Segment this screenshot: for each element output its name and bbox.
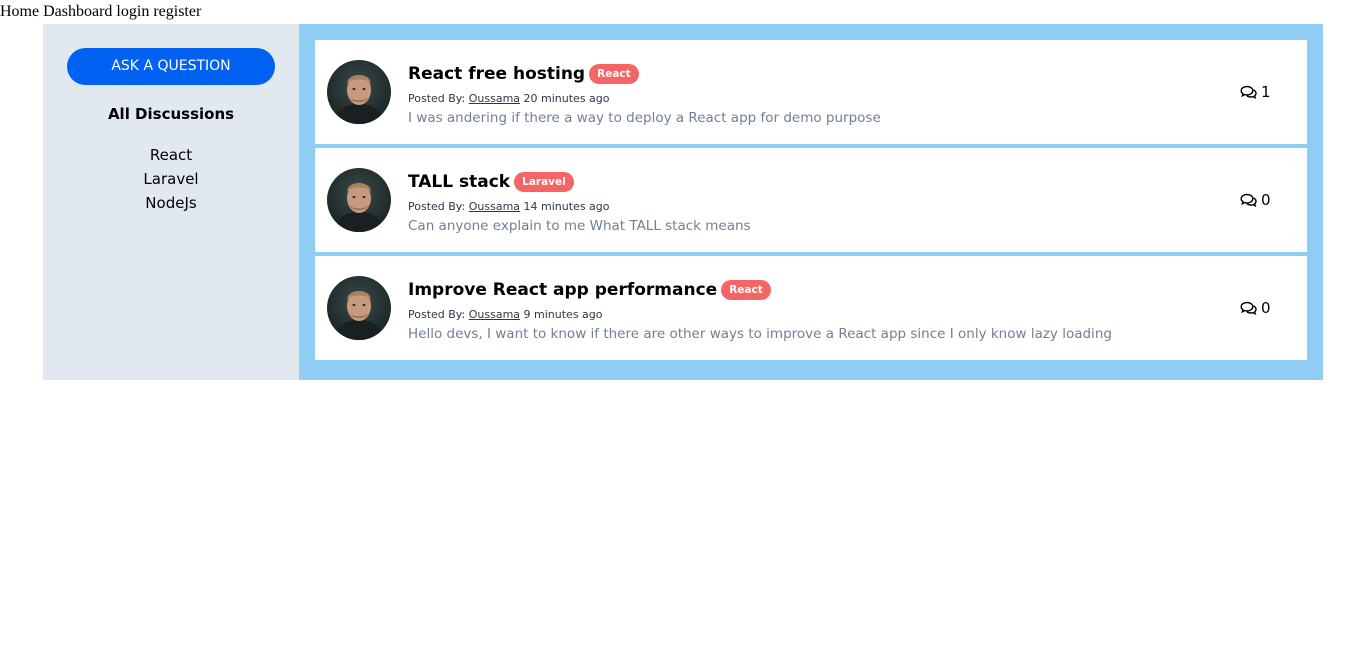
comment-count[interactable]: 0 — [1240, 299, 1271, 317]
sidebar: ASK A QUESTION All Discussions React Lar… — [43, 24, 299, 380]
avatar-image — [327, 60, 391, 124]
post-excerpt: Can anyone explain to me What TALL stack… — [408, 218, 751, 234]
all-discussions-heading[interactable]: All Discussions — [43, 104, 299, 124]
author-link[interactable]: Oussama — [469, 308, 520, 321]
post-card[interactable]: Improve React app performance React Post… — [315, 256, 1307, 360]
post-title-row: React free hosting React — [408, 62, 1228, 86]
comments-icon — [1240, 85, 1257, 99]
tag-badge[interactable]: React — [721, 280, 771, 300]
post-content: React free hosting React Posted By: Ouss… — [408, 62, 1228, 127]
comment-count-value: 0 — [1261, 191, 1271, 209]
comments-icon — [1240, 301, 1257, 315]
post-time: 9 minutes ago — [523, 308, 603, 321]
avatar-image — [327, 276, 391, 340]
post-excerpt: I was andering if there a way to deploy … — [408, 110, 881, 126]
post-title[interactable]: React free hosting — [408, 63, 585, 85]
post-content: TALL stack Laravel Posted By: Oussama 14… — [408, 170, 1228, 235]
nav-dashboard-link[interactable]: Dashboard — [43, 3, 112, 20]
post-card[interactable]: React free hosting React Posted By: Ouss… — [315, 40, 1307, 144]
post-meta: Posted By: Oussama 20 minutes ago — [408, 92, 1228, 106]
comment-count[interactable]: 1 — [1240, 83, 1271, 101]
top-nav: Home Dashboard login register — [0, 3, 201, 21]
tag-badge[interactable]: React — [589, 64, 639, 84]
user-avatar — [327, 276, 391, 340]
avatar-image — [327, 168, 391, 232]
post-excerpt: Hello devs, I want to know if there are … — [408, 326, 1112, 342]
nav-login-link[interactable]: login — [116, 3, 149, 20]
user-avatar — [327, 60, 391, 124]
comment-count[interactable]: 0 — [1240, 191, 1271, 209]
comment-count-value: 1 — [1261, 83, 1271, 101]
posted-by-label: Posted By: — [408, 308, 466, 321]
post-meta: Posted By: Oussama 14 minutes ago — [408, 200, 1228, 214]
category-list: React Laravel NodeJs — [43, 143, 299, 215]
category-item-laravel[interactable]: Laravel — [43, 167, 299, 191]
user-avatar — [327, 168, 391, 232]
post-time: 20 minutes ago — [523, 92, 610, 105]
author-link[interactable]: Oussama — [469, 92, 520, 105]
post-title-row: Improve React app performance React — [408, 278, 1228, 302]
post-time: 14 minutes ago — [523, 200, 610, 213]
posted-by-label: Posted By: — [408, 92, 466, 105]
post-title[interactable]: Improve React app performance — [408, 279, 717, 301]
category-item-nodejs[interactable]: NodeJs — [43, 191, 299, 215]
category-item-react[interactable]: React — [43, 143, 299, 167]
discussion-list: React free hosting React Posted By: Ouss… — [299, 24, 1323, 380]
page-container: ASK A QUESTION All Discussions React Lar… — [43, 24, 1323, 380]
posted-by-label: Posted By: — [408, 200, 466, 213]
tag-badge[interactable]: Laravel — [514, 172, 574, 192]
nav-register-link[interactable]: register — [153, 3, 201, 20]
post-meta: Posted By: Oussama 9 minutes ago — [408, 308, 1228, 322]
post-title[interactable]: TALL stack — [408, 171, 510, 193]
post-content: Improve React app performance React Post… — [408, 278, 1228, 343]
comment-count-value: 0 — [1261, 299, 1271, 317]
author-link[interactable]: Oussama — [469, 200, 520, 213]
ask-question-button[interactable]: ASK A QUESTION — [67, 48, 275, 85]
nav-home-link[interactable]: Home — [0, 3, 39, 20]
post-card[interactable]: TALL stack Laravel Posted By: Oussama 14… — [315, 148, 1307, 252]
comments-icon — [1240, 193, 1257, 207]
post-title-row: TALL stack Laravel — [408, 170, 1228, 194]
